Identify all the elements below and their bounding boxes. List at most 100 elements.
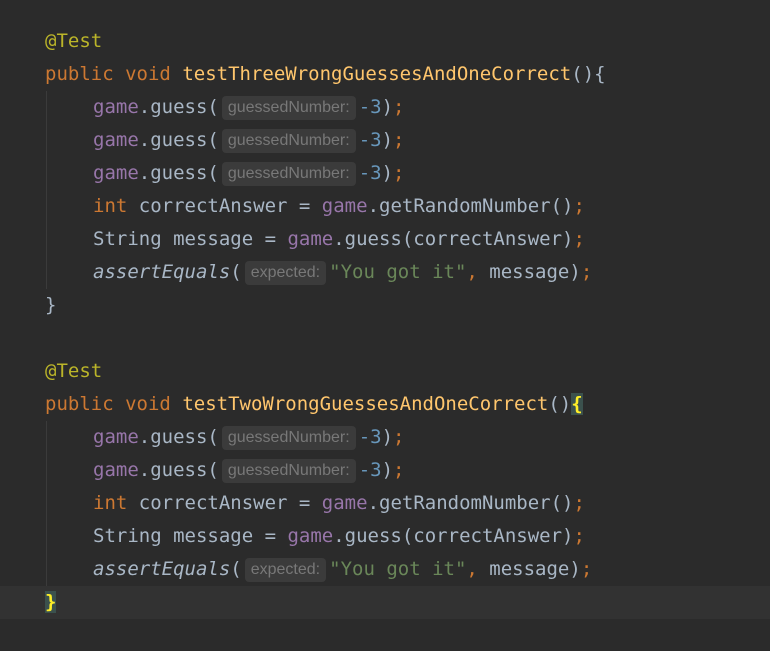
paren: ): [381, 96, 394, 118]
indent-guide: [46, 157, 47, 190]
semicolon: ;: [573, 228, 585, 250]
parameter-hint: guessedNumber:: [221, 129, 356, 153]
comma: ,: [466, 261, 478, 283]
keyword-int: int: [93, 195, 128, 217]
semicolon: ;: [393, 459, 405, 481]
method-call: .getRandomNumber(): [367, 195, 574, 217]
variable-declaration: correctAnswer =: [127, 195, 322, 217]
variable-declaration: String message =: [93, 525, 288, 547]
indent-guide: [46, 190, 47, 223]
semicolon: ;: [393, 129, 405, 151]
number-literal: -3: [358, 162, 382, 184]
comma: ,: [466, 558, 478, 580]
keyword-int: int: [93, 492, 128, 514]
closing-brace: }: [45, 294, 57, 316]
keyword-public: public: [45, 393, 114, 415]
semicolon: ;: [393, 96, 405, 118]
method-name[interactable]: testTwoWrongGuessesAndOneCorrect: [182, 393, 548, 415]
indent-guide: [46, 91, 47, 124]
code-line[interactable]: game.guess(guessedNumber: -3);: [0, 421, 770, 454]
method-call: .guess(: [138, 129, 219, 151]
parameter-hint: guessedNumber:: [221, 162, 356, 186]
parameter-hint: guessedNumber:: [221, 96, 356, 120]
method-call: .guess(: [138, 162, 219, 184]
number-literal: -3: [358, 459, 382, 481]
code-line[interactable]: int correctAnswer = game.getRandomNumber…: [0, 487, 770, 520]
code-line[interactable]: String message = game.guess(correctAnswe…: [0, 223, 770, 256]
code-line-empty[interactable]: [0, 322, 770, 355]
semicolon: ;: [393, 426, 405, 448]
indent-guide: [46, 553, 47, 586]
argument: message): [477, 558, 581, 580]
indent-guide: [46, 223, 47, 256]
number-literal: -3: [358, 426, 382, 448]
code-line[interactable]: @Test: [0, 355, 770, 388]
method-call: .guess(: [138, 426, 219, 448]
field-game: game: [93, 459, 139, 481]
method-signature-end: (){: [571, 63, 606, 85]
semicolon: ;: [393, 162, 405, 184]
assert-equals-call: assertEquals: [93, 261, 231, 283]
code-line[interactable]: game.guess(guessedNumber: -3);: [0, 454, 770, 487]
keyword-void: void: [125, 63, 171, 85]
code-line[interactable]: game.guess(guessedNumber: -3);: [0, 157, 770, 190]
semicolon: ;: [580, 558, 593, 580]
keyword-void: void: [125, 393, 171, 415]
parameter-hint: expected:: [244, 558, 327, 582]
indent-guide: [46, 487, 47, 520]
paren: ): [381, 162, 394, 184]
parameter-hint: expected:: [244, 261, 327, 285]
code-line[interactable]: public void testThreeWrongGuessesAndOneC…: [0, 58, 770, 91]
code-line[interactable]: assertEquals(expected: "You got it", mess…: [0, 553, 770, 586]
assert-equals-call: assertEquals: [93, 558, 231, 580]
field-game: game: [93, 162, 139, 184]
test-annotation: @Test: [45, 360, 103, 382]
method-call: .guess(correctAnswer): [333, 525, 574, 547]
test-annotation: @Test: [45, 30, 103, 52]
paren: (: [230, 558, 242, 580]
code-line[interactable]: }: [0, 289, 770, 322]
field-game: game: [93, 96, 139, 118]
field-game: game: [321, 492, 368, 514]
field-game: game: [93, 129, 139, 151]
method-call: .guess(correctAnswer): [333, 228, 574, 250]
paren: (: [230, 261, 242, 283]
matched-brace-open: {: [571, 393, 583, 415]
code-line[interactable]: assertEquals(expected: "You got it", mess…: [0, 256, 770, 289]
method-call: .guess(: [138, 96, 219, 118]
method-name[interactable]: testThreeWrongGuessesAndOneCorrect: [182, 63, 571, 85]
method-call: .guess(: [138, 459, 219, 481]
matched-brace-close: }: [45, 591, 57, 613]
indent-guide: [46, 256, 47, 289]
string-literal: "You got it": [329, 558, 467, 580]
argument: message): [477, 261, 581, 283]
number-literal: -3: [358, 96, 382, 118]
indent-guide: [46, 124, 47, 157]
method-signature-end: (): [548, 393, 572, 415]
parameter-hint: guessedNumber:: [221, 426, 356, 450]
code-line-current[interactable]: }: [0, 586, 770, 619]
semicolon: ;: [573, 195, 585, 217]
code-line[interactable]: public void testTwoWrongGuessesAndOneCor…: [0, 388, 770, 421]
parameter-hint: guessedNumber:: [221, 459, 356, 483]
method-call: .getRandomNumber(): [367, 492, 574, 514]
semicolon: ;: [573, 492, 585, 514]
paren: ): [381, 426, 394, 448]
paren: ): [381, 129, 394, 151]
number-literal: -3: [358, 129, 382, 151]
string-literal: "You got it": [329, 261, 467, 283]
semicolon: ;: [573, 525, 585, 547]
code-editor[interactable]: @Test public void testThreeWrongGuessesA…: [0, 25, 770, 619]
code-line[interactable]: game.guess(guessedNumber: -3);: [0, 124, 770, 157]
field-game: game: [321, 195, 368, 217]
semicolon: ;: [580, 261, 593, 283]
code-line[interactable]: game.guess(guessedNumber: -3);: [0, 91, 770, 124]
variable-declaration: String message =: [93, 228, 288, 250]
indent-guide: [46, 421, 47, 454]
code-line[interactable]: String message = game.guess(correctAnswe…: [0, 520, 770, 553]
keyword-public: public: [45, 63, 114, 85]
code-line[interactable]: @Test: [0, 25, 770, 58]
field-game: game: [287, 525, 334, 547]
code-line[interactable]: int correctAnswer = game.getRandomNumber…: [0, 190, 770, 223]
field-game: game: [287, 228, 334, 250]
